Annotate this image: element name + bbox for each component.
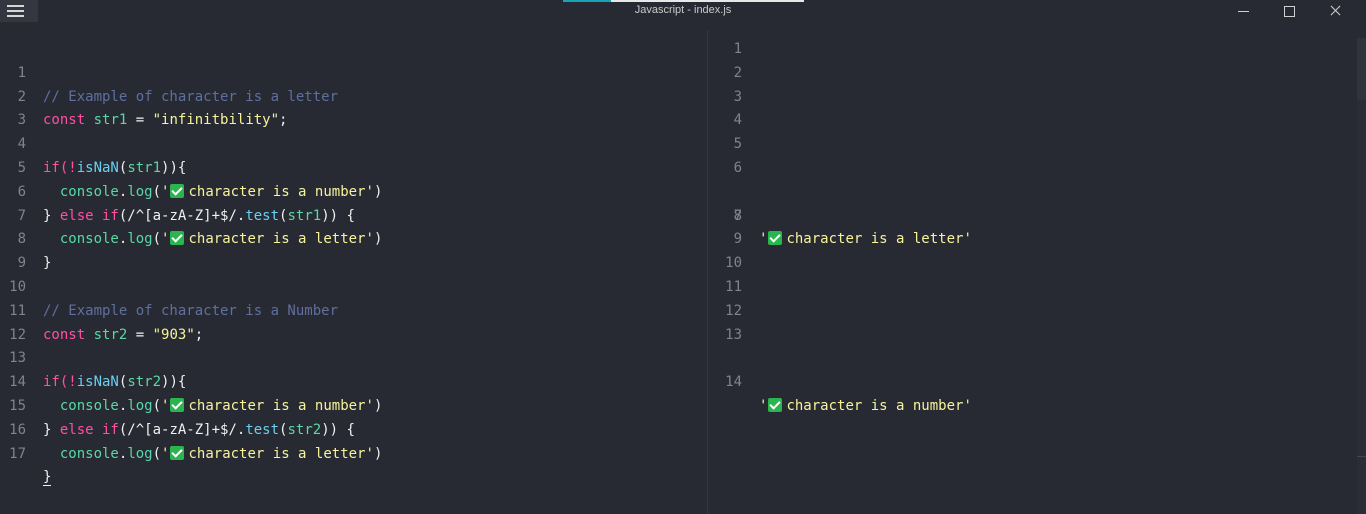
code-line-6: 6 } else if(/^[a-zA-Z]+$/.test(str1)) { [0,157,707,224]
output-line-4: 4 [708,109,1356,133]
code-line-17: 17 } [0,419,707,487]
code-line-1: 1 // Example of character is a letter [0,38,707,105]
line-number: 1 [733,41,742,57]
line-number: 14 [725,374,742,391]
output-line-3: 3 [708,86,1356,110]
check-mark-emoji-icon [768,397,783,412]
minimap-scrollbar[interactable] [1357,38,1366,514]
code-object: console [59,445,119,462]
line-number: 9 [733,231,742,248]
output-line-11: 11 [708,276,1356,300]
line-number: 4 [733,112,742,129]
output-panel: 1 2 3 4 5 6 7 ' character is a letter' 8 … [708,38,1356,514]
code-quote: ' [161,445,170,462]
code-line-13: 13 if(!isNaN(str2)){ [0,324,707,390]
line-number: 10 [725,255,742,272]
line-number: 5 [733,136,742,153]
line-number: 2 [733,64,742,81]
line-number: 17 [9,445,26,462]
output-line-1: 1 [708,38,1356,62]
code-line-14: 14 console.log(' character is a number') [0,347,707,414]
close-button[interactable] [1312,0,1358,22]
scrollbar-thumb[interactable] [1357,38,1366,100]
code-punctuation: ) [373,445,383,462]
output-line-10: 10 [708,252,1356,276]
line-number: 3 [733,88,742,105]
code-line-11: 11 const str2 = "903"; [0,276,707,343]
line-number: 12 [725,302,742,319]
code-line-12: 12 [0,300,707,343]
code-editor[interactable]: 1 // Example of character is a letter 2 … [0,38,707,514]
line-number: 13 [725,326,742,343]
output-line-6: 6 [708,157,1356,181]
code-line-9: 9 [0,228,707,271]
code-function: log [127,445,153,462]
code-punctuation: ( [152,445,162,462]
maximize-icon [1283,5,1295,17]
window-title: Javascript - index.js [634,4,732,16]
output-line-14: 14 ' character is a number' [708,347,1356,414]
close-icon [1329,5,1341,17]
line-number: 6 [733,159,742,176]
output-line-2: 2 [708,62,1356,86]
run-progress-bar [563,0,804,2]
output-quote: ' [963,397,972,414]
code-punctuation: } [43,469,52,487]
title-bar: Javascript - index.js [0,0,1366,22]
code-string: character is a letter [188,445,366,462]
code-line-7: 7 console.log(' character is a letter') [0,181,707,248]
code-line-5: 5 console.log(' character is a number') [0,133,707,200]
code-line-4: 4 if(!isNaN(str1)){ [0,109,707,176]
code-line-2: 2 const str1 = "infinitbility"; [0,62,707,129]
run-progress-fill [563,0,612,2]
scrollbar-marker [1357,456,1366,457]
minimize-icon [1237,10,1249,12]
code-quote: ' [365,445,374,462]
code-line-10: 10 // Example of character is a Number [0,252,707,319]
code-line-15: 15 } else if(/^[a-zA-Z]+$/.test(str2)) { [0,371,707,438]
code-line-8: 8 } [0,205,707,271]
output-line-9: 9 [708,228,1356,252]
check-mark-emoji-icon [170,445,185,460]
maximize-button[interactable] [1266,0,1312,22]
output-line-8: 8 [708,205,1356,229]
code-line-16: 16 console.log(' character is a letter') [0,395,707,462]
output-quote: ' [759,397,768,414]
output-line-7: 7 ' character is a letter' [708,181,1356,248]
line-number: 11 [725,278,742,295]
output-line-12: 12 [708,300,1356,324]
output-line-5: 5 [708,133,1356,157]
code-line-3: 3 [0,86,707,128]
output-text: character is a number [786,397,964,414]
output-line-13: 13 [708,324,1356,348]
line-number: 8 [733,207,742,224]
minimize-button[interactable] [1220,0,1266,22]
